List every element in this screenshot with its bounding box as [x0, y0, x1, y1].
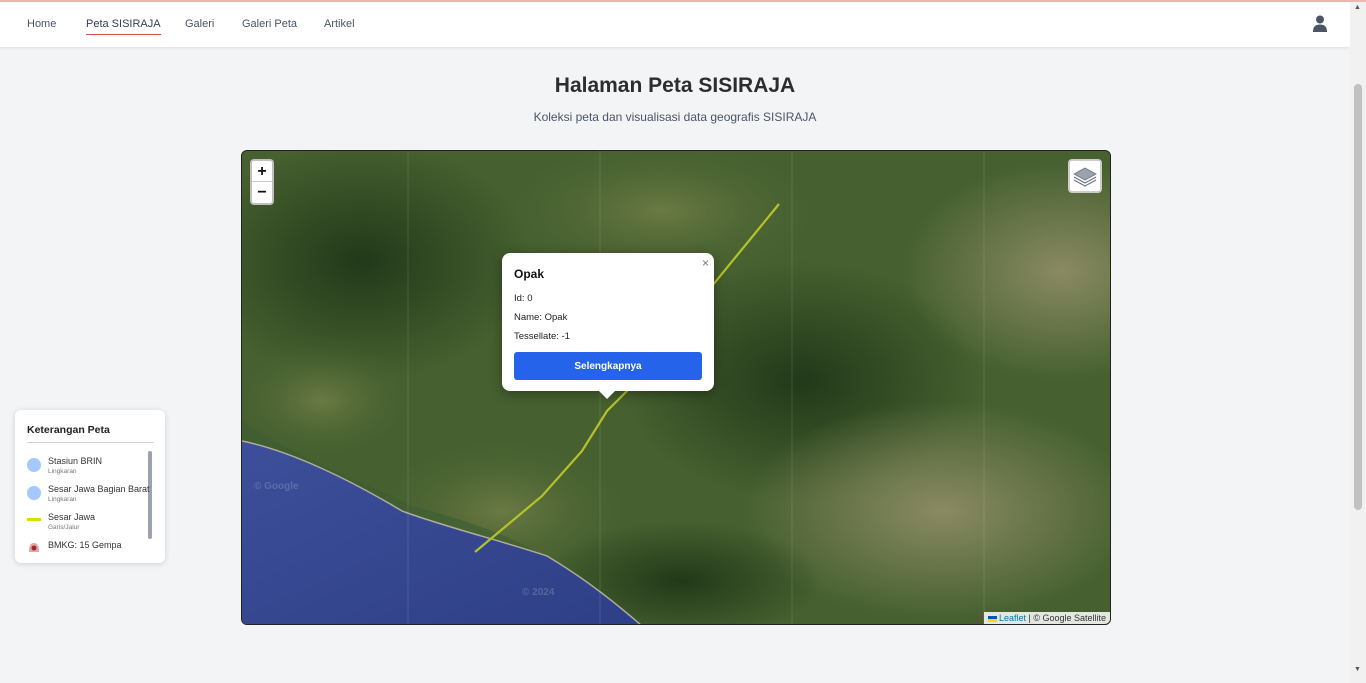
nav-galeri[interactable]: Galeri [185, 18, 214, 30]
popup-tessellate: Tessellate: -1 [514, 331, 570, 342]
ukraine-flag-icon [987, 615, 997, 622]
page-title: Halaman Peta SISIRAJA [554, 74, 796, 97]
legend-label: Sesar Jawa [48, 512, 96, 522]
scroll-thumb[interactable] [1354, 84, 1362, 510]
user-icon[interactable] [1312, 15, 1328, 32]
layers-icon [1073, 167, 1097, 187]
scroll-up-arrow-icon[interactable]: ▲ [1354, 4, 1361, 11]
map-legend: Keterangan Peta Stasiun BRIN Lingkaran S… [15, 410, 165, 563]
popup-close-button[interactable]: × [702, 256, 709, 270]
nav-peta-sisiraja[interactable]: Peta SISIRAJA [86, 18, 161, 35]
legend-sublabel: Garis/Jalur [48, 524, 80, 531]
map-attribution: Leaflet | © Google Satellite [983, 612, 1110, 624]
feature-popup: × Opak Id: 0 Name: Opak Tessellate: -1 S… [502, 253, 714, 399]
zoom-in-button[interactable]: + [252, 161, 272, 182]
map-watermark: © 2024 [522, 587, 555, 598]
popup-name: Name: Opak [514, 312, 568, 323]
scroll-down-arrow-icon[interactable]: ▼ [1354, 666, 1361, 673]
map-watermark: © Google [254, 481, 299, 492]
selengkapnya-button[interactable]: Selengkapnya [514, 352, 702, 380]
page-subtitle: Koleksi peta dan visualisasi data geogra… [533, 110, 817, 124]
legend-label: BMKG: 15 Gempa [48, 540, 122, 550]
attribution-text: | © Google Satellite [1028, 613, 1106, 623]
legend-divider [27, 442, 154, 443]
circle-marker-icon [27, 486, 41, 500]
zoom-out-button[interactable]: − [252, 182, 272, 203]
legend-scrollbar[interactable] [148, 451, 152, 539]
earthquake-marker-icon [29, 543, 39, 552]
leaflet-link[interactable]: Leaflet [999, 613, 1026, 623]
legend-sublabel: Lingkaran [48, 468, 77, 475]
legend-sublabel: Lingkaran [48, 496, 77, 503]
navbar: Home Peta SISIRAJA Galeri Galeri Peta Ar… [0, 2, 1350, 48]
nav-galeri-peta[interactable]: Galeri Peta [242, 18, 297, 30]
legend-label: Sesar Jawa Bagian Barat [48, 484, 150, 494]
nav-home[interactable]: Home [27, 18, 56, 30]
map-container[interactable]: © Google © 2024 + − × Opak Id: 0 Name: O… [241, 150, 1111, 625]
popup-title: Opak [514, 267, 545, 281]
zoom-control: + − [250, 159, 274, 205]
line-marker-icon [27, 518, 41, 521]
legend-title: Keterangan Peta [27, 424, 110, 436]
circle-marker-icon [27, 458, 41, 472]
page-scrollbar[interactable]: ▲ ▼ [1350, 2, 1366, 683]
legend-label: Stasiun BRIN [48, 456, 103, 466]
popup-id: Id: 0 [514, 293, 533, 304]
nav-artikel[interactable]: Artikel [324, 18, 355, 30]
layers-control-button[interactable] [1068, 159, 1102, 193]
